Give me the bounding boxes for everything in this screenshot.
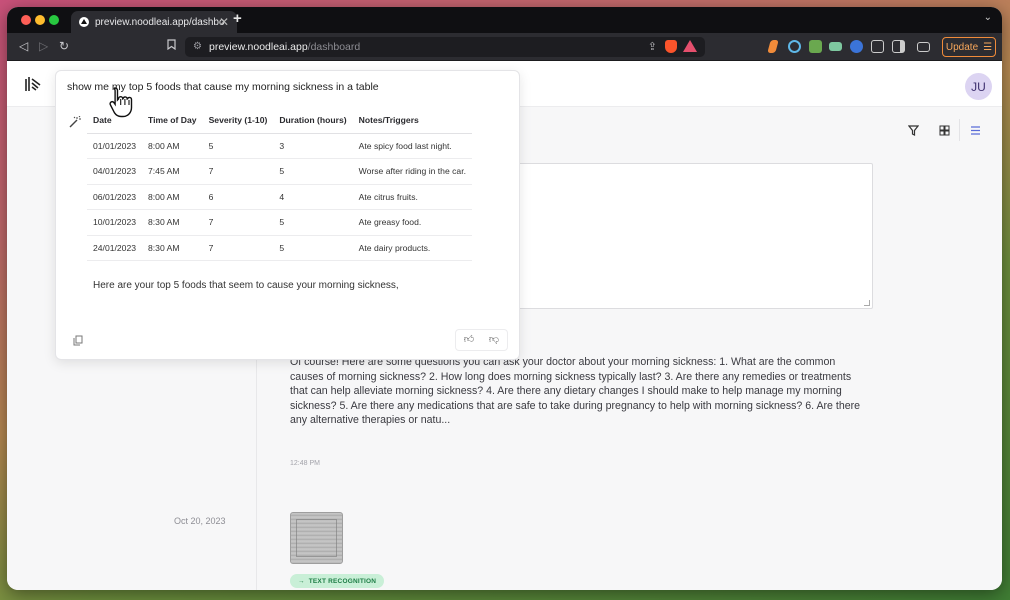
text-recognition-badge[interactable]: → TEXT RECOGNITION: [290, 574, 385, 588]
zoom-window-button[interactable]: [49, 15, 59, 25]
results-table: Date Time of Day Severity (1-10) Duratio…: [87, 114, 472, 261]
copy-icon[interactable]: [73, 335, 83, 349]
table-cell: 8:00 AM: [142, 133, 203, 159]
user-avatar[interactable]: JU: [965, 73, 992, 100]
table-row: 24/01/2023 8:30 AM 7 5 Ate dairy product…: [87, 235, 472, 261]
table-row: 04/01/2023 7:45 AM 7 5 Worse after ridin…: [87, 158, 472, 185]
app-page: JU Of course! Here are some questions yo…: [7, 61, 1002, 590]
browser-window: preview.noodleai.app/dashboa ✕ + ⌄ ◁ ▷ ↻…: [7, 7, 1002, 590]
table-cell: 7:45 AM: [142, 158, 203, 185]
share-icon[interactable]: ⇪: [648, 40, 657, 53]
url-host: preview.noodleai.app: [209, 41, 308, 53]
entry-time: 12:48 PM: [290, 460, 320, 467]
table-header-row: Date Time of Day Severity (1-10) Duratio…: [87, 114, 472, 134]
noodle-logo-icon[interactable]: [25, 75, 41, 93]
table-cell: 5: [273, 209, 353, 236]
toolbar-divider: [959, 119, 960, 141]
tab-bar: preview.noodleai.app/dashboa ✕ + ⌄: [7, 7, 1002, 33]
resize-handle[interactable]: [864, 300, 870, 306]
table-cell: 3: [273, 133, 353, 159]
sidebar-toggle-icon[interactable]: [892, 40, 905, 53]
column-header: Severity (1-10): [202, 114, 274, 134]
reload-icon[interactable]: ↻: [59, 39, 69, 53]
table-cell: Ate citrus fruits.: [352, 184, 472, 210]
table-cell: 10/01/2023: [87, 209, 143, 236]
thumbs-down-icon[interactable]: 👎︎: [484, 333, 504, 349]
table-cell: 8:00 AM: [142, 184, 203, 210]
magic-wand-icon: [69, 116, 81, 128]
table-cell: 5: [273, 235, 353, 261]
url-path: /dashboard: [307, 41, 361, 53]
new-tab-button[interactable]: +: [233, 10, 242, 27]
thumbs-up-icon[interactable]: 👍︎: [459, 333, 479, 349]
hand-pointer-icon: [109, 87, 133, 118]
table-row: 01/01/2023 8:00 AM 5 3 Ate spicy food la…: [87, 133, 472, 159]
table-cell: 24/01/2023: [87, 235, 143, 261]
tab-list-chevron-icon[interactable]: ⌄: [984, 12, 992, 23]
table-cell: Ate greasy food.: [352, 209, 472, 236]
brave-rewards-icon[interactable]: [683, 40, 697, 52]
browser-toolbar: ◁ ▷ ↻ ⚙ preview.noodleai.app/dashboard ⇪…: [7, 33, 1002, 61]
grid-view-icon[interactable]: [939, 125, 953, 139]
column-header: Notes/Triggers: [352, 114, 472, 134]
column-header: Time of Day: [142, 114, 203, 134]
tab-title: preview.noodleai.app/dashboa: [95, 16, 225, 28]
extensions-puzzle-icon[interactable]: [871, 40, 884, 53]
table-cell: 8:30 AM: [142, 235, 203, 261]
wallet-icon[interactable]: [917, 42, 930, 52]
arrow-right-icon: →: [298, 577, 305, 585]
table-row: 06/01/2023 8:00 AM 6 4 Ate citrus fruits…: [87, 184, 472, 210]
badge-label: TEXT RECOGNITION: [308, 577, 377, 585]
entry-date: Oct 20, 2023: [174, 516, 226, 526]
menu-icon: ☰: [983, 41, 993, 53]
browser-tab[interactable]: preview.noodleai.app/dashboa ✕: [71, 11, 237, 33]
site-favicon-icon: [79, 17, 89, 27]
forward-icon[interactable]: ▷: [39, 39, 48, 53]
answer-summary: Here are your top 5 foods that seem to c…: [93, 280, 399, 291]
table-cell: 04/01/2023: [87, 158, 143, 185]
table-cell: Ate spicy food last night.: [352, 133, 472, 159]
table-cell: 8:30 AM: [142, 209, 203, 236]
table-cell: Worse after riding in the car.: [352, 158, 472, 185]
table-cell: 06/01/2023: [87, 184, 143, 210]
ai-answer-text: Of course! Here are some questions you c…: [290, 356, 861, 427]
table-cell: 5: [273, 158, 353, 185]
table-cell: 7: [202, 235, 274, 261]
bookmark-icon[interactable]: [167, 39, 176, 53]
site-settings-icon[interactable]: ⚙: [193, 41, 202, 52]
update-label: Update: [945, 41, 979, 53]
close-window-button[interactable]: [21, 15, 31, 25]
table-cell: Ate dairy products.: [352, 235, 472, 261]
table-cell: 4: [273, 184, 353, 210]
table-row: 10/01/2023 8:30 AM 7 5 Ate greasy food.: [87, 209, 472, 236]
list-view-icon[interactable]: [970, 125, 984, 139]
table-cell: 6: [202, 184, 274, 210]
address-bar[interactable]: ⚙ preview.noodleai.app/dashboard ⇪: [185, 37, 705, 57]
document-thumbnail[interactable]: [290, 512, 343, 564]
extension-translate-icon[interactable]: [809, 40, 822, 53]
tab-close-icon[interactable]: ✕: [219, 15, 229, 29]
extension-chat-icon[interactable]: [829, 42, 842, 51]
column-header: Duration (hours): [273, 114, 353, 134]
extension-password-icon[interactable]: [850, 40, 863, 53]
extension-react-icon[interactable]: [788, 40, 801, 53]
brave-shields-icon[interactable]: [665, 40, 677, 53]
extension-bolt-icon[interactable]: [767, 40, 779, 53]
update-button[interactable]: Update ☰: [942, 37, 996, 57]
back-icon[interactable]: ◁: [19, 39, 28, 53]
table-cell: 01/01/2023: [87, 133, 143, 159]
table-cell: 7: [202, 158, 274, 185]
table-cell: 5: [202, 133, 274, 159]
minimize-window-button[interactable]: [35, 15, 45, 25]
table-cell: 7: [202, 209, 274, 236]
filter-icon[interactable]: [907, 125, 922, 139]
